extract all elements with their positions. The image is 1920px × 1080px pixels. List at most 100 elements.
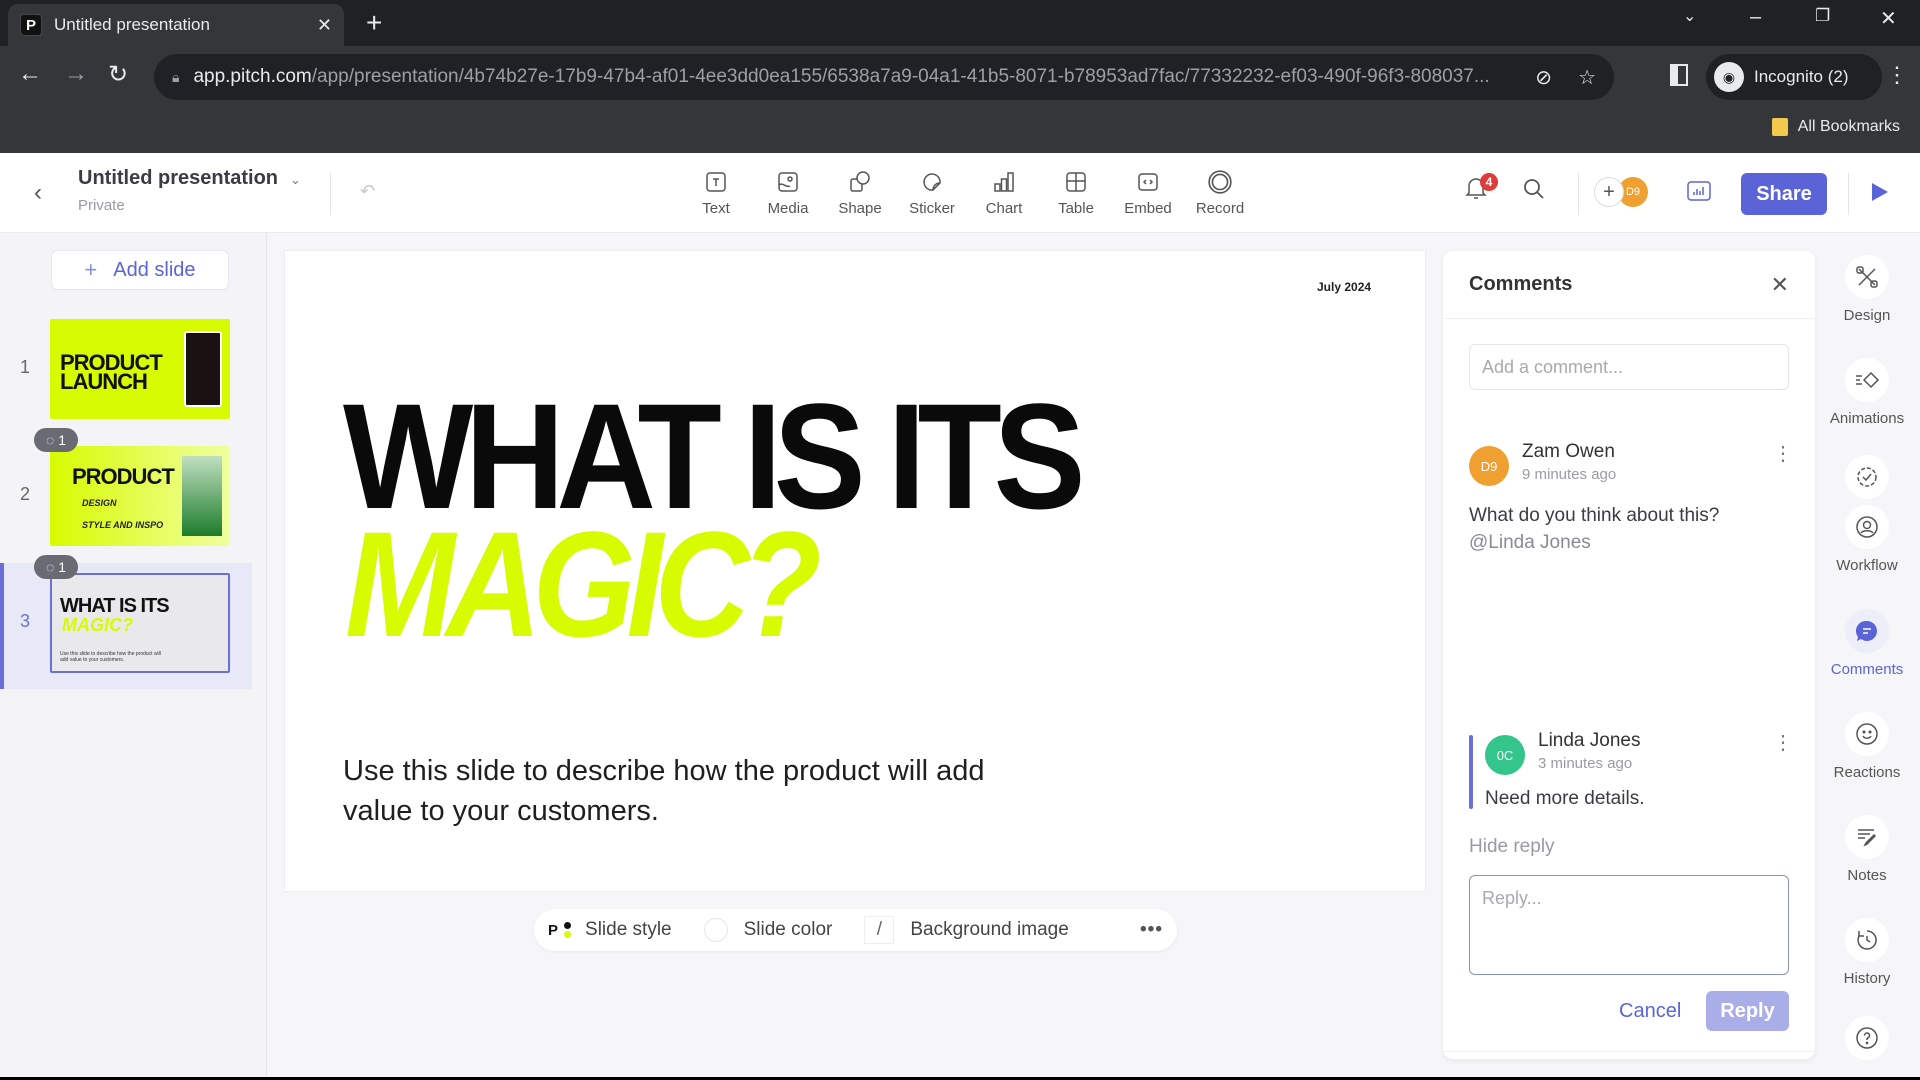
- tool-chart[interactable]: Chart: [968, 169, 1040, 217]
- privacy-status: Private: [78, 197, 125, 214]
- document-title-text: Untitled presentation: [78, 167, 279, 189]
- slide-description[interactable]: Use this slide to describe how the produ…: [343, 751, 1043, 831]
- rail-design[interactable]: Design: [1820, 255, 1914, 324]
- rail-comments[interactable]: Comments: [1820, 609, 1914, 678]
- tab-title: Untitled presentation: [54, 15, 210, 34]
- comments-header: Comments ✕: [1443, 251, 1815, 319]
- slide-thumbnail-2[interactable]: ◌ 1 2 PRODUCT DESIGN STYLE AND INSPO: [0, 428, 252, 562]
- browser-tab[interactable]: P Untitled presentation ✕: [8, 4, 344, 46]
- comments-panel: Comments ✕ D9 Zam Owen 9 minutes ago ⋮ W…: [1443, 251, 1815, 1059]
- incognito-icon: ◉: [1714, 62, 1744, 92]
- tool-shape[interactable]: Shape: [824, 169, 896, 217]
- comment-more-icon[interactable]: ⋮: [1773, 444, 1793, 464]
- invite-plus-icon[interactable]: +: [1594, 177, 1624, 207]
- mention[interactable]: @Linda Jones: [1469, 532, 1591, 553]
- color-swatch-icon: [703, 918, 728, 942]
- rail-animations[interactable]: Animations: [1820, 358, 1914, 427]
- side-panel-icon[interactable]: [1670, 64, 1688, 86]
- add-slide-button[interactable]: + Add slide: [51, 250, 229, 290]
- back-icon[interactable]: ←: [18, 60, 42, 88]
- hide-reply-link[interactable]: Hide reply: [1469, 836, 1555, 858]
- rail-label: Comments: [1830, 661, 1904, 678]
- tool-label: Media: [767, 200, 809, 217]
- chevron-down-icon[interactable]: ⌄: [290, 172, 301, 187]
- undo-icon[interactable]: ↶: [360, 181, 375, 202]
- slide-thumbnail-1[interactable]: 1 PRODUCT LAUNCH: [0, 309, 252, 435]
- rail-reactions[interactable]: Reactions: [1820, 712, 1914, 781]
- rail-workflow[interactable]: Workflow: [1820, 455, 1914, 574]
- slide-preview: PRODUCT DESIGN STYLE AND INSPO: [50, 446, 230, 546]
- tool-sticker[interactable]: Sticker: [896, 169, 968, 217]
- rail-label: Animations: [1829, 410, 1905, 427]
- help-icon: [1845, 1016, 1889, 1060]
- divider: [1443, 1051, 1815, 1052]
- new-tab-icon[interactable]: +: [366, 8, 382, 38]
- background-image-button[interactable]: / Background image: [864, 916, 1069, 944]
- eye-off-icon[interactable]: ⊘: [1535, 65, 1552, 90]
- comments-title: Comments: [1469, 273, 1573, 295]
- document-title[interactable]: Untitled presentation ⌄: [78, 167, 301, 190]
- browser-menu-icon[interactable]: ⋮: [1886, 62, 1908, 88]
- add-slide-label: Add slide: [113, 258, 196, 281]
- tool-text[interactable]: Text: [680, 169, 752, 217]
- bookmark-star-icon[interactable]: ☆: [1578, 65, 1596, 90]
- all-bookmarks-label: All Bookmarks: [1797, 118, 1900, 135]
- slide-color-button[interactable]: Slide color: [703, 918, 832, 942]
- notification-count-badge: 4: [1480, 173, 1498, 191]
- thumb-photo: [182, 456, 222, 536]
- assignee-icon: [1845, 505, 1889, 549]
- lock-icon: 🔒︎: [172, 68, 180, 85]
- slide-headline-accent[interactable]: MAGIC?: [345, 509, 822, 659]
- address-bar[interactable]: 🔒︎ app.pitch.com /app/presentation/4b74b…: [154, 54, 1614, 100]
- analytics-icon[interactable]: [1686, 179, 1712, 208]
- slide-style-button[interactable]: P Slide style: [548, 919, 672, 941]
- back-chevron-icon[interactable]: ‹: [34, 179, 42, 207]
- share-button[interactable]: Share: [1741, 173, 1827, 215]
- tool-embed[interactable]: Embed: [1112, 169, 1184, 217]
- rail-notes[interactable]: Notes: [1820, 815, 1914, 884]
- restore-icon[interactable]: ❐: [1815, 6, 1830, 26]
- tool-media[interactable]: Media: [752, 169, 824, 217]
- search-icon[interactable]: [1522, 177, 1546, 206]
- close-tab-icon[interactable]: ✕: [317, 15, 332, 36]
- add-comment-input[interactable]: [1469, 344, 1789, 390]
- all-bookmarks[interactable]: All Bookmarks: [1771, 118, 1900, 136]
- minimize-icon[interactable]: –: [1750, 6, 1761, 29]
- folder-icon: [1771, 118, 1788, 136]
- slide-date[interactable]: July 2024: [1317, 280, 1371, 294]
- reload-icon[interactable]: ↻: [108, 60, 128, 89]
- help-button[interactable]: [1820, 1016, 1914, 1060]
- insert-toolbar: Text Media Shape Sticker Chart Table Emb…: [680, 169, 1256, 217]
- right-rail: Design Animations Workflow Comments Reac…: [1820, 233, 1920, 1077]
- reply-button[interactable]: Reply: [1706, 991, 1789, 1031]
- slide-canvas[interactable]: July 2024 WHAT IS ITS MAGIC? Use this sl…: [285, 251, 1425, 891]
- comment-more-icon[interactable]: ⋮: [1773, 733, 1793, 753]
- cancel-button[interactable]: Cancel: [1619, 1000, 1681, 1023]
- comment-text: What do you think about this?@Linda Jone…: [1469, 505, 1720, 553]
- comment-time: 3 minutes ago: [1538, 755, 1633, 772]
- close-icon[interactable]: ✕: [1771, 272, 1789, 298]
- profile-button[interactable]: ◉ Incognito (2): [1706, 54, 1882, 100]
- close-window-icon[interactable]: ✕: [1880, 6, 1897, 31]
- slide-thumbnail-3[interactable]: ◌ 1 3 WHAT IS ITS MAGIC? Use this slide …: [0, 555, 252, 689]
- present-play-icon[interactable]: [1872, 183, 1888, 201]
- tool-label: Chart: [985, 200, 1023, 217]
- tool-table[interactable]: Table: [1040, 169, 1112, 217]
- bookmarks-bar: All Bookmarks: [0, 108, 1920, 153]
- embed-icon: [1135, 169, 1161, 195]
- comment-bubble-icon: ◌: [45, 559, 59, 575]
- tool-label: Text: [702, 200, 730, 217]
- forward-icon[interactable]: →: [64, 60, 88, 88]
- comment-text: Need more details.: [1485, 788, 1645, 809]
- sticker-icon: [919, 169, 945, 195]
- style-dots-icon: [564, 921, 572, 939]
- more-options-icon[interactable]: •••: [1140, 919, 1163, 941]
- record-icon: [1207, 169, 1233, 195]
- tab-search-icon[interactable]: ⌄: [1683, 6, 1696, 26]
- rail-history[interactable]: History: [1820, 918, 1914, 987]
- tool-label: Embed: [1124, 200, 1172, 217]
- rail-label: Design: [1843, 307, 1891, 324]
- tool-record[interactable]: Record: [1184, 169, 1256, 217]
- reply-input[interactable]: [1469, 875, 1789, 975]
- comment-author: Linda Jones: [1538, 730, 1641, 751]
